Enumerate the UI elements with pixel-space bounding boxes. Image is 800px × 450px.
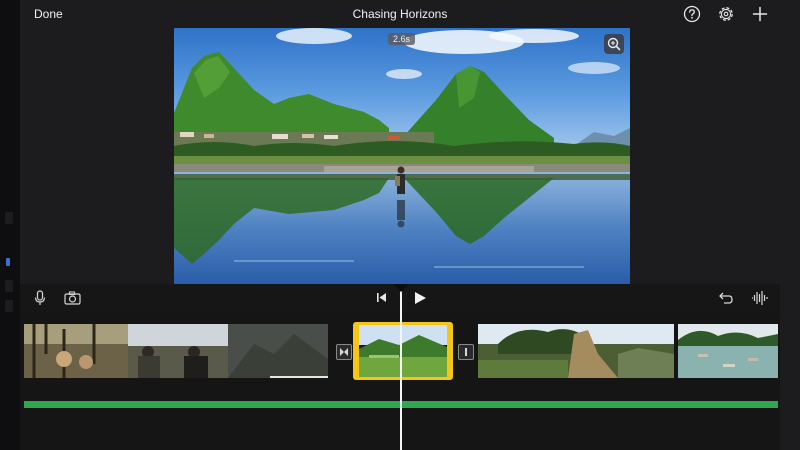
add-icon[interactable] — [751, 5, 769, 23]
transition-button[interactable] — [458, 344, 474, 360]
bezel-marker — [5, 280, 13, 292]
skip-to-start-icon[interactable] — [376, 292, 387, 303]
microphone-icon[interactable] — [34, 290, 46, 306]
project-title: Chasing Horizons — [352, 7, 448, 21]
undo-icon[interactable] — [718, 290, 734, 305]
audio-waveform-icon[interactable] — [751, 290, 769, 306]
transition-button[interactable] — [336, 344, 352, 360]
imovie-editor: Done Chasing Horizons 2.6s — [0, 0, 800, 450]
bezel-marker — [5, 300, 13, 312]
bezel-marker — [5, 212, 13, 224]
landscape-video-frame — [174, 28, 630, 284]
zoom-icon[interactable] — [604, 34, 624, 54]
clip-duration-badge: 2.6s — [388, 33, 416, 45]
help-icon[interactable] — [683, 5, 701, 23]
top-navigation-bar: Done Chasing Horizons — [20, 0, 780, 28]
hikers-forest-clip[interactable] — [24, 324, 328, 378]
play-icon[interactable] — [413, 291, 427, 305]
tropical-landscape-clip[interactable] — [478, 324, 674, 378]
bezel-indicator — [6, 258, 10, 266]
device-bezel — [0, 0, 20, 450]
camera-icon[interactable] — [64, 291, 81, 305]
playhead[interactable] — [400, 284, 402, 450]
green-valley-clip[interactable] — [353, 322, 453, 380]
river-boats-clip[interactable] — [678, 324, 778, 378]
video-preview[interactable]: 2.6s — [174, 28, 630, 284]
playhead-handle[interactable] — [393, 284, 409, 292]
video-viewer: 2.6s — [20, 28, 780, 284]
settings-icon[interactable] — [717, 5, 735, 23]
